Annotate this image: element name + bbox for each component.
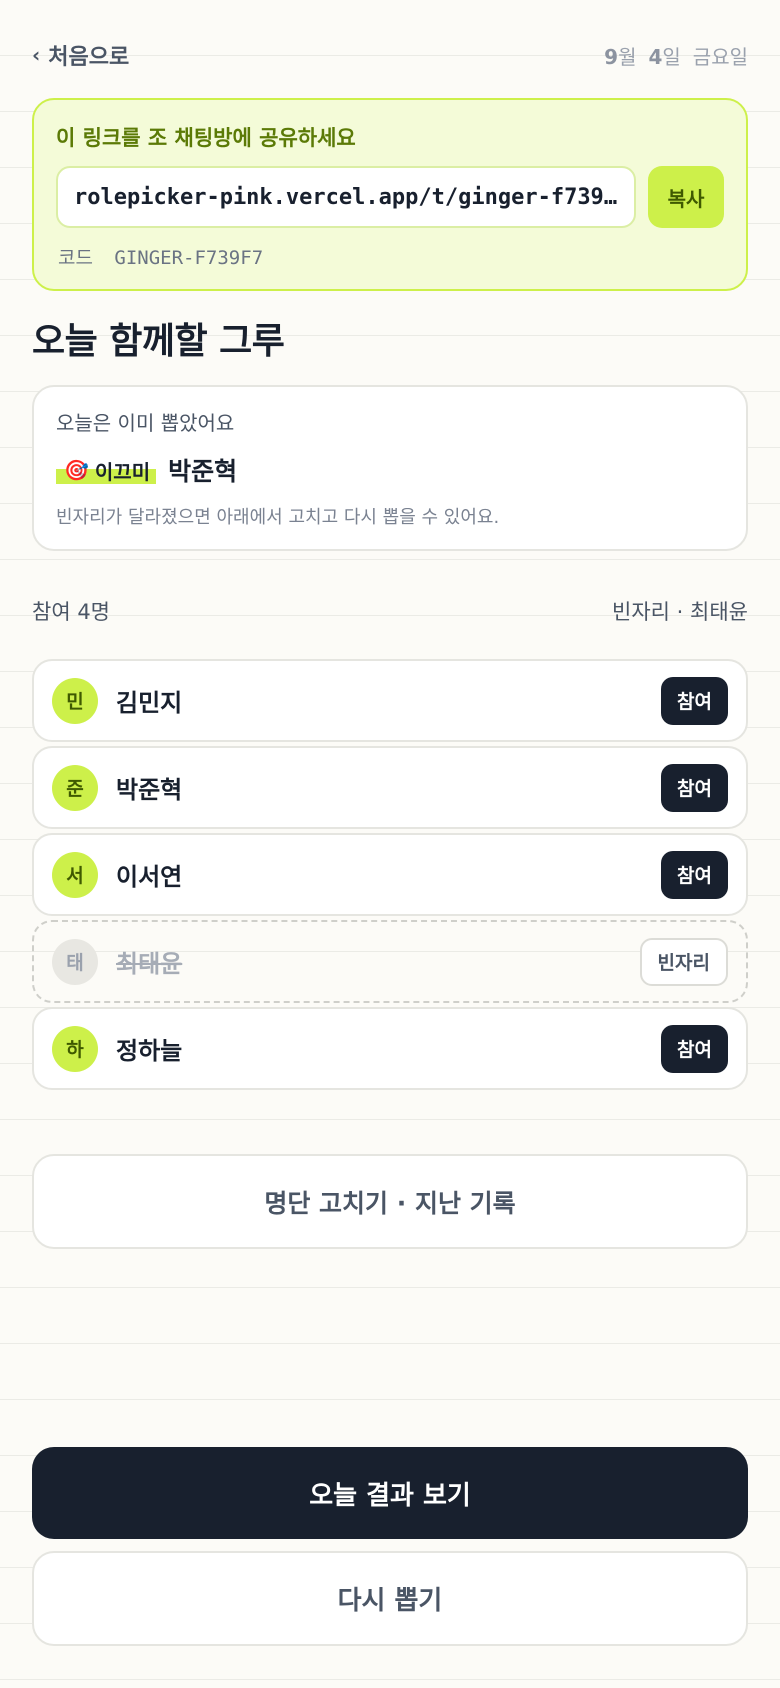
avatar: 민 — [52, 677, 98, 724]
attendance-toggle[interactable]: 참여 — [661, 676, 728, 725]
back-button[interactable]: ‹ 처음으로 — [32, 39, 129, 71]
team-code: 코드 GINGER-F739F7 — [58, 243, 263, 270]
vacant-summary: 빈자리 · 최태윤 — [612, 600, 748, 624]
code-value: GINGER-F739F7 — [114, 247, 264, 269]
date-month: 9월 — [604, 44, 637, 69]
avatar: 하 — [52, 1025, 98, 1072]
page: ‹ 처음으로 9월 4일 금요일 이 링크를 조 채팅방에 공유하세요 role… — [32, 0, 748, 1688]
date-display: 9월 4일 금요일 — [604, 41, 748, 70]
participant-name: 정하늘 — [116, 1037, 183, 1065]
section-title: 오늘 함께할 그루 — [32, 321, 285, 362]
participant-row: 하 정하늘 참여 — [32, 1007, 748, 1090]
participant-name: 김민지 — [116, 689, 183, 717]
share-link-text: rolepicker-pink.vercel.app/t/ginger-f739… — [74, 184, 618, 210]
top-bar: ‹ 처음으로 9월 4일 금요일 — [32, 40, 748, 70]
date-weekday: 금요일 — [692, 44, 748, 69]
participant-name: 최태윤 — [116, 950, 183, 978]
today-result-card: 오늘은 이미 뽑았어요 🎯 이끄미 박준혁 빈자리가 달라졌으면 아래에서 고치… — [32, 385, 748, 551]
link-row: rolepicker-pink.vercel.app/t/ginger-f739… — [56, 166, 724, 228]
target-icon: 🎯 — [64, 458, 89, 482]
participant-row: 민 김민지 참여 — [32, 659, 748, 742]
participant-name: 박준혁 — [116, 776, 183, 804]
participant-name: 이서연 — [116, 863, 183, 891]
avatar: 준 — [52, 764, 98, 811]
attendance-toggle[interactable]: 빈자리 — [639, 937, 728, 986]
participant-row: 준 박준혁 참여 — [32, 746, 748, 829]
result-note: 빈자리가 달라졌으면 아래에서 고치고 다시 뽑을 수 있어요. — [56, 507, 500, 528]
back-label: 처음으로 — [48, 45, 130, 70]
result-row: 🎯 이끄미 박준혁 — [56, 452, 237, 488]
picked-name: 박준혁 — [168, 457, 238, 486]
result-heading: 오늘은 이미 뽑았어요 — [56, 411, 235, 435]
role-label: 이끄미 — [94, 459, 151, 484]
edit-roster-button[interactable]: 명단 고치기 · 지난 기록 — [32, 1154, 748, 1249]
role-badge: 🎯 이끄미 — [56, 454, 157, 486]
chevron-left-icon: ‹ — [32, 43, 41, 67]
participant-row-vacant: 태 최태윤 빈자리 — [32, 920, 748, 1003]
attendance-toggle[interactable]: 참여 — [661, 763, 728, 812]
avatar: 서 — [52, 851, 98, 898]
participants-header: 참여 4명 빈자리 · 최태윤 — [32, 596, 748, 626]
copy-button[interactable]: 복사 — [648, 166, 724, 228]
participant-count: 참여 4명 — [32, 600, 110, 624]
share-title: 이 링크를 조 채팅방에 공유하세요 — [56, 126, 356, 150]
share-link-field[interactable]: rolepicker-pink.vercel.app/t/ginger-f739… — [56, 166, 636, 228]
view-result-button[interactable]: 오늘 결과 보기 — [32, 1447, 748, 1539]
date-day: 4일 — [648, 44, 681, 69]
share-link-card: 이 링크를 조 채팅방에 공유하세요 rolepicker-pink.verce… — [32, 98, 748, 291]
avatar: 태 — [52, 938, 98, 985]
attendance-toggle[interactable]: 참여 — [661, 1024, 728, 1073]
redraw-button[interactable]: 다시 뽑기 — [32, 1551, 748, 1646]
participant-row: 서 이서연 참여 — [32, 833, 748, 916]
attendance-toggle[interactable]: 참여 — [661, 850, 728, 899]
code-label: 코드 — [58, 247, 93, 269]
